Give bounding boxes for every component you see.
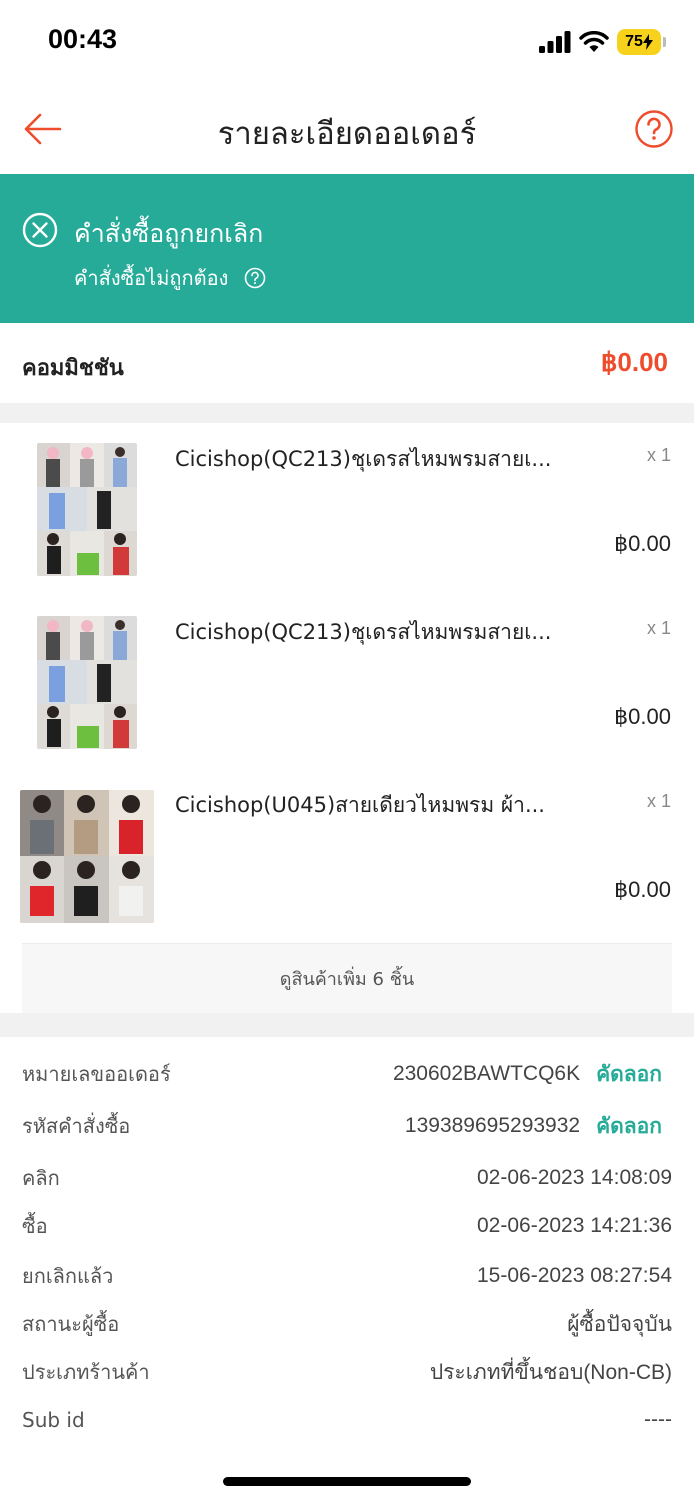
- help-icon[interactable]: [634, 109, 674, 149]
- cancel-circle-icon: [22, 212, 58, 248]
- commission-label: คอมมิชชัน: [22, 356, 124, 381]
- detail-row-buyer-status: สถานะผู้ซื้อ ผู้ซื้อปัจจุบัน: [22, 1307, 672, 1341]
- product-list: Cicishop(QC213)ชุเดรสไหมพรมสายเ... x 1 ฿…: [0, 423, 694, 1013]
- product-quantity: x 1: [646, 791, 671, 811]
- commission-value: ฿0.00: [600, 347, 668, 377]
- product-quantity: x 1: [646, 618, 671, 638]
- banner-subtitle-row: คำสั่งซื้อไม่ถูกต้อง: [74, 262, 266, 294]
- view-more-products-button[interactable]: ดูสินค้าเพิ่ม 6 ชิ้น: [22, 943, 672, 1013]
- status-icons: 75: [539, 28, 666, 56]
- reason-help-icon[interactable]: [244, 267, 266, 289]
- product-name: Cicishop(QC213)ชุเดรสไหมพรมสายเ...: [175, 447, 552, 471]
- battery-level: 75: [625, 33, 643, 50]
- sub-id-value: ----: [644, 1408, 672, 1431]
- status-time: 00:43: [48, 24, 118, 54]
- order-status-banner: คำสั่งซื้อถูกยกเลิก คำสั่งซื้อไม่ถูกต้อง: [0, 174, 694, 323]
- shop-type-value: ประเภทที่ขึ้นชอบ(Non-CB): [429, 1360, 672, 1384]
- battery-tip: [663, 37, 666, 47]
- page-title: รายละเอียดออเดอร์: [217, 116, 477, 152]
- detail-label: ประเภทร้านค้า: [22, 1360, 150, 1384]
- product-price: ฿0.00: [614, 531, 671, 556]
- battery-indicator: 75: [617, 29, 661, 55]
- buyer-status-value: ผู้ซื้อปัจจุบัน: [567, 1312, 672, 1336]
- wifi-icon: [579, 31, 609, 52]
- detail-row-purchase-id: รหัสคำสั่งซื้อ 139389695293932 คัดลอก: [22, 1109, 672, 1143]
- banner-subtitle: คำสั่งซื้อไม่ถูกต้อง: [74, 266, 229, 290]
- detail-label: สถานะผู้ซื้อ: [22, 1312, 120, 1336]
- product-price: ฿0.00: [614, 877, 671, 902]
- status-bar: 00:43 75: [0, 0, 694, 84]
- detail-label: ยกเลิกแล้ว: [22, 1264, 114, 1288]
- detail-row-click: คลิก 02-06-2023 14:08:09: [22, 1161, 672, 1195]
- product-thumbnail: [37, 616, 137, 749]
- detail-label: หมายเลขออเดอร์: [22, 1062, 171, 1086]
- detail-row-cancelled: ยกเลิกแล้ว 15-06-2023 08:27:54: [22, 1259, 672, 1293]
- detail-row-order-number: หมายเลขออเดอร์ 230602BAWTCQ6K คัดลอก: [22, 1057, 672, 1091]
- section-divider: [0, 1013, 694, 1037]
- product-item[interactable]: Cicishop(QC213)ชุเดรสไหมพรมสายเ... x 1 ฿…: [0, 423, 694, 583]
- detail-row-shop-type: ประเภทร้านค้า ประเภทที่ขึ้นชอบ(Non-CB): [22, 1355, 672, 1389]
- product-quantity: x 1: [646, 445, 671, 465]
- click-time-value: 02-06-2023 14:08:09: [477, 1166, 672, 1189]
- product-item[interactable]: Cicishop(QC213)ชุเดรสไหมพรมสายเ... x 1 ฿…: [0, 596, 694, 756]
- banner-title: คำสั่งซื้อถูกยกเลิก: [74, 219, 264, 248]
- app-header: รายละเอียดออเดอร์: [0, 84, 694, 174]
- copy-order-number-button[interactable]: คัดลอก: [596, 1058, 662, 1091]
- order-number-value: 230602BAWTCQ6K: [392, 1062, 581, 1085]
- section-divider: [0, 403, 694, 423]
- detail-label: รหัสคำสั่งซื้อ: [22, 1114, 131, 1138]
- order-details: หมายเลขออเดอร์ 230602BAWTCQ6K คัดลอก รหั…: [0, 1037, 694, 1457]
- home-indicator[interactable]: [223, 1477, 471, 1486]
- signal-icon: [539, 31, 571, 53]
- cancelled-time-value: 15-06-2023 08:27:54: [477, 1264, 672, 1287]
- product-thumbnail: [37, 443, 137, 576]
- product-name: Cicishop(QC213)ชุเดรสไหมพรมสายเ...: [175, 620, 552, 644]
- product-price: ฿0.00: [614, 704, 671, 729]
- detail-label: Sub id: [22, 1408, 85, 1432]
- detail-label: คลิก: [22, 1166, 60, 1190]
- product-thumbnail: [20, 790, 154, 923]
- charging-bolt-icon: [642, 34, 653, 50]
- purchase-id-value: 139389695293932: [404, 1114, 581, 1137]
- product-name: Cicishop(U045)สายเดียวไหมพรม ผ้า...: [175, 793, 545, 817]
- product-item[interactable]: Cicishop(U045)สายเดียวไหมพรม ผ้า... x 1 …: [0, 769, 694, 929]
- detail-row-sub-id: Sub id ----: [22, 1403, 672, 1437]
- detail-label: ซื้อ: [22, 1214, 48, 1238]
- copy-purchase-id-button[interactable]: คัดลอก: [596, 1110, 662, 1143]
- buy-time-value: 02-06-2023 14:21:36: [477, 1214, 672, 1237]
- detail-row-buy: ซื้อ 02-06-2023 14:21:36: [22, 1209, 672, 1243]
- commission-row: คอมมิชชัน ฿0.00: [0, 323, 694, 403]
